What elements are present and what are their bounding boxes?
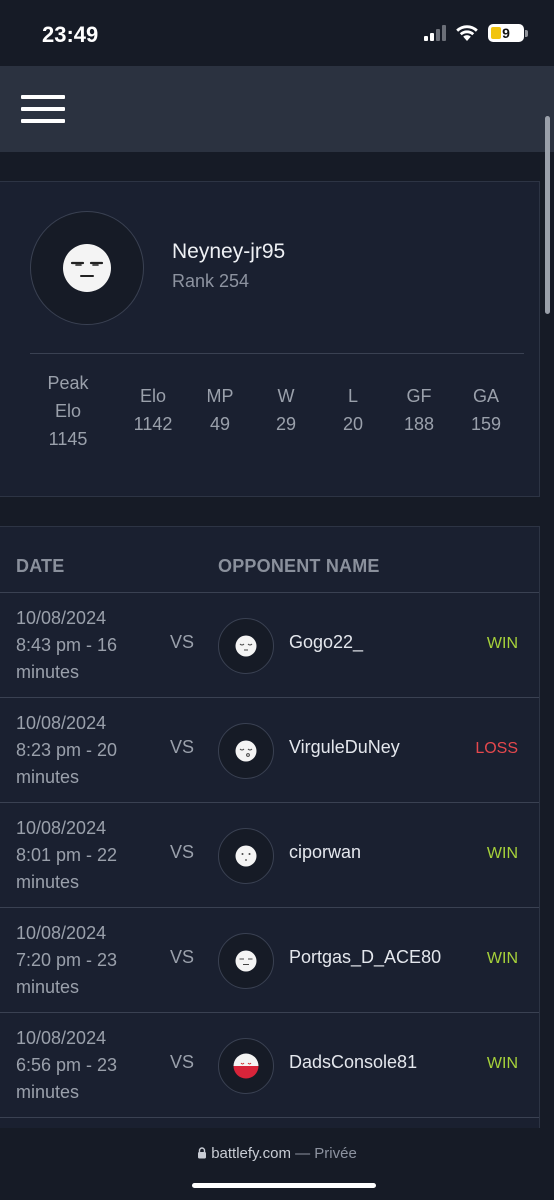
hamburger-menu-icon[interactable] bbox=[21, 95, 65, 125]
match-date: 10/08/2024 7:20 pm - 23 minutes bbox=[16, 920, 156, 1001]
stat-elo-label: Elo bbox=[139, 386, 166, 406]
profile-card: Neyney-jr95 Rank 254 Peak Elo 1145 Elo 1… bbox=[0, 181, 540, 497]
address-bar[interactable]: battlefy.com — Privée bbox=[0, 1145, 554, 1162]
unimpressed-face-icon bbox=[63, 244, 111, 292]
stat-ga: GA 159 bbox=[458, 382, 514, 438]
match-date-day: 10/08/2024 bbox=[16, 713, 107, 733]
match-history-table: DATE OPPONENT NAME 10/08/2024 8:43 pm - … bbox=[0, 526, 540, 1146]
opponent-avatar[interactable] bbox=[218, 828, 274, 884]
battery-level: 9 bbox=[502, 25, 510, 41]
stat-w-value: 29 bbox=[275, 414, 297, 434]
stat-gf: GF 188 bbox=[391, 382, 447, 438]
match-date-day: 10/08/2024 bbox=[16, 923, 107, 943]
browser-bottom-bar: battlefy.com — Privée bbox=[0, 1128, 554, 1200]
match-date-time: 6:56 pm - 23 bbox=[16, 1055, 118, 1075]
sleepy-face-icon bbox=[235, 635, 257, 657]
match-date: 10/08/2024 6:56 pm - 23 minutes bbox=[16, 1025, 156, 1106]
match-result: WIN bbox=[486, 950, 518, 967]
vs-label: VS bbox=[170, 1052, 195, 1072]
home-indicator[interactable] bbox=[192, 1183, 376, 1188]
player-name: Neyney-jr95 bbox=[172, 240, 286, 263]
stat-l-label: L bbox=[347, 386, 358, 406]
stat-w: W 29 bbox=[258, 382, 314, 438]
opponent-name[interactable]: DadsConsole81 bbox=[289, 1052, 417, 1073]
battery-icon: 9 bbox=[488, 24, 524, 42]
match-date-time: 8:01 pm - 22 bbox=[16, 845, 118, 865]
match-row[interactable]: 10/08/2024 8:01 pm - 22 minutes VS cipor… bbox=[0, 803, 539, 908]
match-duration-unit: minutes bbox=[16, 767, 80, 787]
opponent-avatar[interactable] bbox=[218, 1038, 274, 1094]
match-date-time: 8:23 pm - 20 bbox=[16, 740, 118, 760]
neutral-face-icon bbox=[235, 845, 257, 867]
match-date-day: 10/08/2024 bbox=[16, 608, 107, 628]
status-icons: 9 bbox=[424, 24, 528, 42]
vs-label: VS bbox=[170, 737, 195, 757]
stat-gf-value: 188 bbox=[403, 414, 435, 434]
opponent-name[interactable]: Gogo22_ bbox=[289, 632, 363, 653]
stat-peak-elo-value: 1145 bbox=[48, 429, 88, 449]
lock-icon bbox=[198, 1147, 207, 1159]
stat-mp: MP 49 bbox=[192, 382, 248, 438]
match-date-day: 10/08/2024 bbox=[16, 1028, 107, 1048]
match-date: 10/08/2024 8:01 pm - 22 minutes bbox=[16, 815, 156, 896]
match-row[interactable]: 10/08/2024 8:43 pm - 16 minutes VS Gogo2… bbox=[0, 593, 539, 698]
match-date-time: 8:43 pm - 16 bbox=[16, 635, 118, 655]
stat-ga-label: GA bbox=[472, 386, 499, 406]
whistling-face-icon bbox=[235, 740, 257, 762]
stat-mp-value: 49 bbox=[209, 414, 231, 434]
match-result: WIN bbox=[486, 845, 518, 862]
match-date: 10/08/2024 8:43 pm - 16 minutes bbox=[16, 605, 156, 686]
player-rank: Rank 254 bbox=[172, 271, 250, 291]
vs-label: VS bbox=[170, 632, 195, 652]
match-duration-unit: minutes bbox=[16, 872, 80, 892]
cellular-signal-icon bbox=[424, 25, 446, 41]
match-result: WIN bbox=[486, 635, 518, 652]
stat-l: L 20 bbox=[325, 382, 381, 438]
match-date-time: 7:20 pm - 23 bbox=[16, 950, 118, 970]
match-date: 10/08/2024 8:23 pm - 20 minutes bbox=[16, 710, 156, 791]
opponent-column-header: OPPONENT NAME bbox=[218, 556, 380, 576]
player-avatar bbox=[30, 211, 144, 325]
match-row[interactable]: 10/08/2024 6:56 pm - 23 minutes VS DadsC… bbox=[0, 1013, 539, 1118]
match-result: WIN bbox=[486, 1055, 518, 1072]
stat-l-value: 20 bbox=[342, 414, 364, 434]
stat-ga-value: 159 bbox=[470, 414, 502, 434]
opponent-name[interactable]: ciporwan bbox=[289, 842, 361, 863]
opponent-avatar[interactable] bbox=[218, 618, 274, 674]
match-duration-unit: minutes bbox=[16, 662, 80, 682]
stat-w-label: W bbox=[277, 386, 295, 406]
private-mode-label: — Privée bbox=[295, 1145, 357, 1162]
profile-divider bbox=[30, 353, 524, 354]
match-result: LOSS bbox=[475, 740, 518, 757]
vs-label: VS bbox=[170, 842, 195, 862]
opponent-name[interactable]: VirguleDuNey bbox=[289, 737, 400, 758]
wifi-icon bbox=[456, 25, 478, 41]
red-flag-face-icon bbox=[233, 1053, 259, 1079]
vs-label: VS bbox=[170, 947, 195, 967]
url-domain: battlefy.com bbox=[211, 1145, 291, 1162]
match-duration-unit: minutes bbox=[16, 977, 80, 997]
status-time: 23:49 bbox=[42, 22, 99, 47]
opponent-avatar[interactable] bbox=[218, 933, 274, 989]
stat-elo-value: 1142 bbox=[133, 414, 173, 434]
unimpressed-face-icon bbox=[235, 950, 257, 972]
stat-elo: Elo 1142 bbox=[120, 382, 186, 438]
scroll-indicator[interactable] bbox=[545, 116, 550, 314]
opponent-avatar[interactable] bbox=[218, 723, 274, 779]
stat-mp-label: MP bbox=[206, 386, 234, 406]
match-row[interactable]: 10/08/2024 7:20 pm - 23 minutes VS Portg… bbox=[0, 908, 539, 1013]
stat-peak-elo-label: Peak Elo bbox=[47, 373, 89, 421]
date-column-header: DATE bbox=[16, 556, 65, 576]
match-duration-unit: minutes bbox=[16, 1082, 80, 1102]
status-bar: 23:49 9 bbox=[0, 0, 554, 66]
stat-peak-elo: Peak Elo 1145 bbox=[30, 369, 106, 453]
opponent-name[interactable]: Portgas_D_ACE80 bbox=[289, 947, 441, 968]
app-header bbox=[0, 66, 554, 152]
match-date-day: 10/08/2024 bbox=[16, 818, 107, 838]
match-row[interactable]: 10/08/2024 8:23 pm - 20 minutes VS Virgu… bbox=[0, 698, 539, 803]
stat-gf-label: GF bbox=[406, 386, 432, 406]
